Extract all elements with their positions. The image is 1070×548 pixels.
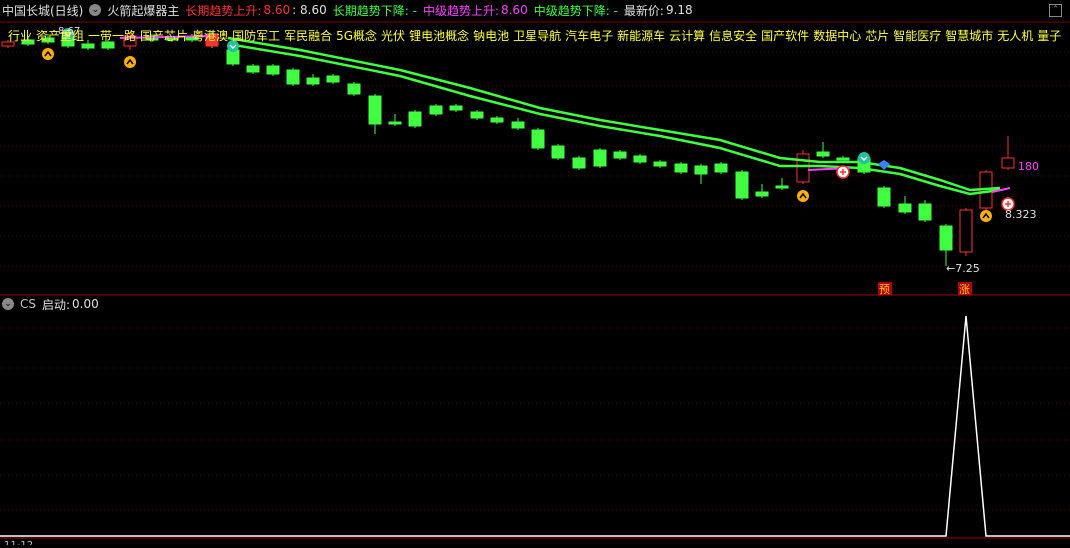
- right-price-label: 8.323: [1005, 208, 1037, 221]
- chart-window: ←7.251808.3238.67预涨11-12 中国长城(日线) ⌄ 火箭起爆…: [0, 0, 1070, 548]
- gem-icon: [878, 160, 890, 170]
- candle-body: [674, 163, 688, 173]
- indicator-name[interactable]: 火箭起爆器主: [107, 2, 179, 19]
- candle-body: [551, 145, 565, 159]
- rocket-signal-icon: [124, 56, 136, 68]
- diamond-signal-icon: [858, 152, 870, 164]
- concept-tag[interactable]: 5G概念: [336, 29, 377, 43]
- bottom-date-label: 11-12: [4, 540, 33, 545]
- concept-list: 行业 资产重组 一带一路 国产芯片 粤港澳 国防军工 军民融合 5G概念 光伏 锂电池概念 钠电池卫…: [8, 27, 1065, 43]
- rise-badge: 涨: [959, 283, 970, 296]
- candle-body: [898, 203, 912, 213]
- indicator-sub-name[interactable]: CS: [20, 297, 36, 311]
- rocket-signal-icon: [797, 190, 809, 202]
- candle-body: [694, 165, 708, 175]
- candle-body: [918, 203, 932, 221]
- candle-body: [593, 149, 607, 167]
- candle-body: [836, 157, 850, 161]
- concept-tag[interactable]: 粤港澳: [192, 29, 228, 43]
- settings-icon[interactable]: ⌄: [89, 4, 102, 16]
- candle-body: [633, 155, 647, 163]
- candle-body: [306, 77, 320, 85]
- concept-tag[interactable]: 智慧城市: [945, 29, 993, 43]
- long-up-value-2: : 8.60: [292, 3, 327, 17]
- concept-tag[interactable]: 一带一路: [88, 29, 136, 43]
- candle-body: [266, 65, 280, 75]
- indicator-header: ⌄ CS 启动: 0.00: [2, 297, 99, 312]
- concept-tag[interactable]: 芯片: [865, 29, 889, 43]
- concept-tag[interactable]: 国产软件: [761, 29, 809, 43]
- mid-down-label: 中级趋势下降: -: [533, 3, 618, 18]
- high-price-label: 180: [1018, 160, 1039, 173]
- long-up-value: 8.60: [263, 3, 291, 17]
- candle-body: [490, 117, 504, 123]
- candle-body: [449, 105, 463, 111]
- candle-body: [81, 43, 95, 49]
- concept-tag[interactable]: 云计算: [669, 29, 705, 43]
- candle-body: [429, 105, 443, 115]
- long-up-label: 长期趋势上升:: [185, 3, 262, 18]
- candle-body: [775, 185, 789, 189]
- low-price-label: ←7.25: [946, 262, 980, 275]
- concept-tag[interactable]: 国防军工: [232, 29, 280, 43]
- concept-tag[interactable]: 资产重组: [36, 29, 84, 43]
- start-label: 启动:: [42, 297, 71, 312]
- candle-body: [613, 151, 627, 159]
- mid-up-value: 8.60: [500, 3, 528, 17]
- candle-body: [572, 157, 586, 169]
- candle-body: [326, 75, 340, 83]
- candle-body: [653, 161, 667, 167]
- candle-body: [735, 171, 749, 199]
- stock-name[interactable]: 中国长城(日线): [2, 2, 83, 19]
- concept-tag[interactable]: 国产芯片: [140, 29, 188, 43]
- start-value: 0.00: [72, 297, 99, 311]
- concept-tag[interactable]: 行业: [8, 29, 32, 43]
- kline-chart-area[interactable]: ←7.251808.3238.67预涨11-12: [0, 0, 1070, 548]
- concept-tag[interactable]: 新能源车: [617, 29, 665, 43]
- candle-body: [511, 121, 525, 129]
- candle-body: [286, 69, 300, 85]
- latest-value: 9.18: [665, 3, 693, 17]
- candle-body: [877, 187, 891, 207]
- candle-body: [796, 153, 810, 183]
- candle-body: [246, 65, 260, 73]
- candle-body: [226, 49, 240, 65]
- latest-label: 最新价:: [623, 3, 664, 18]
- rocket-signal-icon: [42, 48, 54, 60]
- concept-tag[interactable]: 光伏: [381, 29, 405, 43]
- candle-body: [755, 191, 769, 197]
- concept-tag[interactable]: 信息安全: [709, 29, 757, 43]
- mid-up-label: 中级趋势上升:: [422, 3, 499, 18]
- candle-body: [347, 83, 361, 95]
- prediction-badge: 预: [879, 283, 890, 296]
- candle-body: [388, 121, 402, 125]
- candle-body: [959, 209, 973, 253]
- candle-body: [368, 95, 382, 125]
- concept-tag[interactable]: 钠电池: [473, 29, 509, 43]
- mid-trend-line: [227, 42, 1001, 196]
- rocket-signal-icon: [980, 210, 992, 222]
- concept-tag[interactable]: 智能医疗: [893, 29, 941, 43]
- long-down-label: 长期趋势下降: -: [332, 3, 417, 18]
- concept-tag[interactable]: 量子: [1037, 29, 1061, 43]
- main-header: 中国长城(日线) ⌄ 火箭起爆器主 长期趋势上升: 8.60 : 8.60 长期…: [2, 2, 693, 18]
- candle-body: [470, 111, 484, 119]
- concept-tag[interactable]: 数据中心: [813, 29, 861, 43]
- concept-tag[interactable]: 军民融合: [284, 29, 332, 43]
- close-icon[interactable]: ⌃: [1049, 4, 1062, 17]
- concept-tag[interactable]: 卫星导航: [513, 29, 561, 43]
- concept-tag[interactable]: 锂电池概念: [409, 29, 469, 43]
- candle-body: [816, 151, 830, 157]
- candle-body: [939, 225, 953, 251]
- candle-body: [408, 111, 422, 127]
- candle-body: [714, 163, 728, 173]
- concept-tag[interactable]: 汽车电子: [565, 29, 613, 43]
- cs-start-signal-line: [0, 315, 1070, 537]
- candle-body: [531, 129, 545, 149]
- indicator-settings-icon[interactable]: ⌄: [2, 298, 14, 310]
- candle-body: [1001, 157, 1015, 169]
- concept-tag[interactable]: 无人机: [997, 29, 1033, 43]
